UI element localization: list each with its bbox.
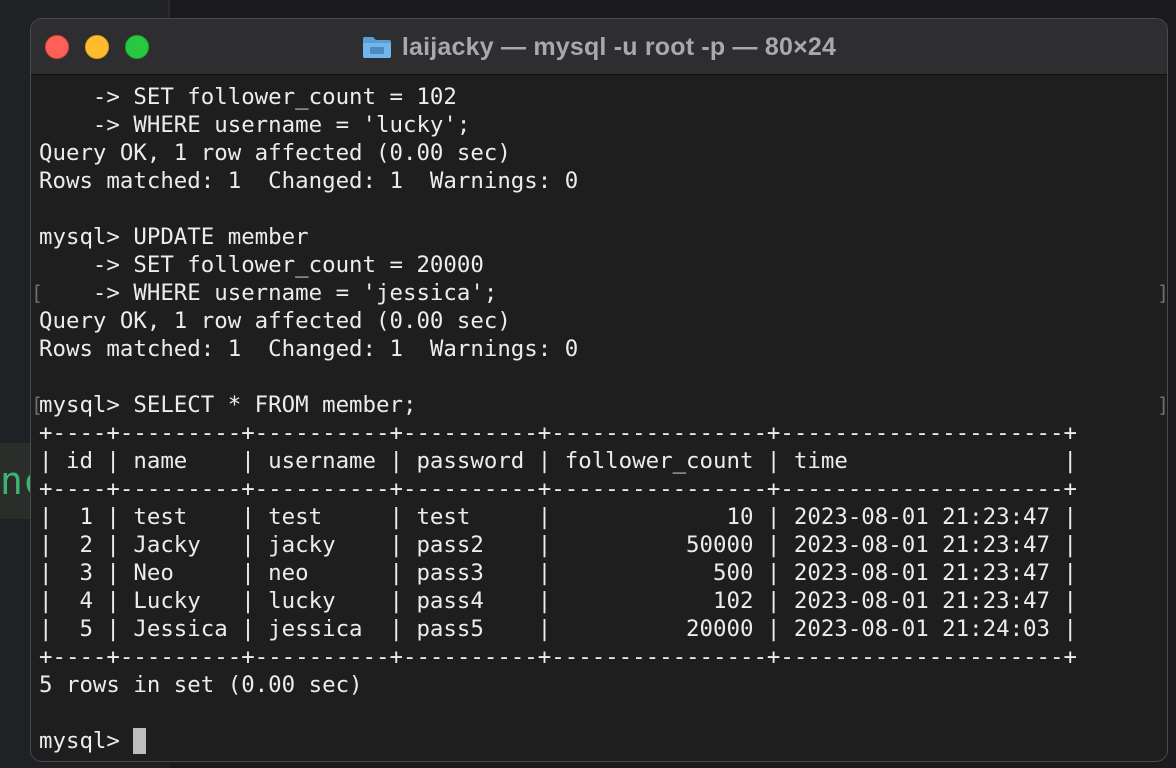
table-row: | 5 | Jessica | jessica | pass5 | 20000 … xyxy=(39,616,1077,642)
terminal-line: Rows matched: 1 Changed: 1 Warnings: 0 xyxy=(39,168,579,194)
folder-icon xyxy=(362,35,392,59)
terminal-line: -> WHERE username = 'lucky'; xyxy=(39,112,471,138)
terminal-line: Rows matched: 1 Changed: 1 Warnings: 0 xyxy=(39,336,579,362)
selection-mark-right: ] xyxy=(1157,393,1168,417)
zoom-button[interactable] xyxy=(125,35,149,59)
result-table-border: +----+---------+----------+----------+--… xyxy=(39,420,1077,446)
terminal-line: -> SET follower_count = 102 xyxy=(39,84,457,110)
terminal-line: Query OK, 1 row affected (0.00 sec) xyxy=(39,308,511,334)
close-button[interactable] xyxy=(45,35,69,59)
minimize-button[interactable] xyxy=(85,35,109,59)
selection-mark-right: ] xyxy=(1157,281,1168,305)
selection-mark-left: [ xyxy=(31,393,44,417)
window-title: laijacky — mysql -u root -p — 80×24 xyxy=(401,32,837,61)
terminal-line: -> SET follower_count = 20000 xyxy=(39,252,484,278)
terminal-line: -> WHERE username = 'jessica'; xyxy=(39,280,498,306)
text-cursor xyxy=(133,728,147,754)
table-row: | 3 | Neo | neo | pass3 | 500 | 2023-08-… xyxy=(39,560,1077,586)
result-table-border: +----+---------+----------+----------+--… xyxy=(39,644,1077,670)
desktop: nc laijacky — mysql -u root -p — 80×24 -… xyxy=(0,0,1176,768)
result-table-border: +----+---------+----------+----------+--… xyxy=(39,476,1077,502)
terminal-line: Query OK, 1 row affected (0.00 sec) xyxy=(39,140,511,166)
prompt-text: mysql> xyxy=(39,728,134,754)
selection-mark-left: [ xyxy=(31,281,44,305)
table-row: | 1 | test | test | test | 10 | 2023-08-… xyxy=(39,504,1077,530)
terminal-line: 5 rows in set (0.00 sec) xyxy=(39,672,363,698)
terminal-line: mysql> SELECT * FROM member; xyxy=(39,392,417,418)
terminal-line: mysql> UPDATE member xyxy=(39,224,309,250)
result-table-header: | id | name | username | password | foll… xyxy=(39,448,1077,474)
title-bar[interactable]: laijacky — mysql -u root -p — 80×24 xyxy=(31,19,1167,75)
table-row: | 4 | Lucky | lucky | pass4 | 102 | 2023… xyxy=(39,588,1077,614)
command-prompt-line[interactable]: mysql> xyxy=(39,727,147,755)
table-row: | 2 | Jacky | jacky | pass2 | 50000 | 20… xyxy=(39,532,1077,558)
terminal-output[interactable]: -> SET follower_count = 102 -> WHERE use… xyxy=(31,75,1168,761)
window-title-group: laijacky — mysql -u root -p — 80×24 xyxy=(31,19,1167,75)
terminal-window[interactable]: laijacky — mysql -u root -p — 80×24 -> S… xyxy=(30,18,1168,762)
